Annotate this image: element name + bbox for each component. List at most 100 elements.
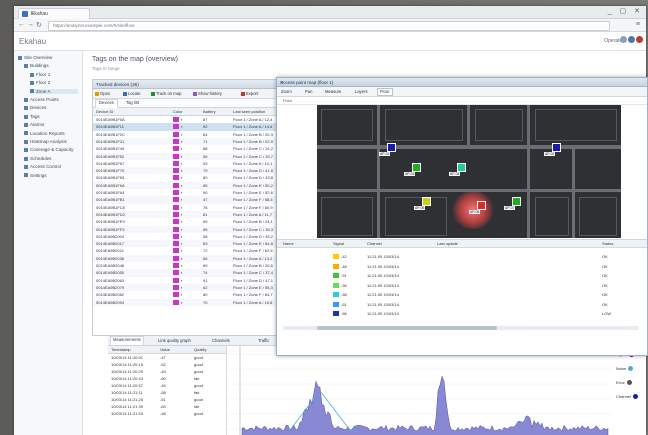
table-row[interactable]: 0014EA9B1F52 ▪ 55 Floor 1 / Zone C / 33,7 — [93, 152, 303, 160]
row-checkbox-icon[interactable]: ▪ — [181, 227, 182, 232]
map-tool-button[interactable]: Floor — [377, 88, 393, 96]
list-item[interactable]: 10/03/14 11:20:01 -47 good — [108, 354, 226, 361]
table-row[interactable]: 0014EA9B2004 ▪ 58 Floor 1 / Zone D / 45,2 — [93, 233, 303, 240]
sidebar-item[interactable]: Floor 1 — [30, 72, 78, 77]
list-item[interactable]: 10/03/14 11:20:57 -45 good — [108, 382, 226, 389]
table-row[interactable]: 0014EA9B2036 ▪ 66 Floor 1 / Zone A / 13,2 — [93, 254, 303, 262]
row-checkbox-icon[interactable]: ▪ — [181, 241, 182, 246]
browser-tab[interactable]: Ekahau × — [18, 8, 90, 19]
table-row[interactable]: 0014EA9B2017 ▪ 83 Floor 1 / Zone E / 54,8 — [93, 240, 303, 248]
row-checkbox-icon[interactable]: ▪ — [181, 146, 182, 151]
sidebar-item[interactable]: Zone A — [30, 88, 78, 94]
sidebar-item[interactable]: Site Overview — [18, 55, 78, 60]
tab-devices[interactable]: Devices — [95, 99, 118, 108]
col-timestamp[interactable]: Timestamp — [111, 347, 131, 352]
bottom-tab[interactable]: Link quality graph — [158, 338, 191, 343]
ap-table-row[interactable]: -51 11:21:05 10/03/14 OK — [277, 271, 647, 280]
sidebar-item[interactable]: Devices — [24, 105, 78, 110]
list-item[interactable]: 10/03/14 11:21:53 -48 good — [108, 410, 226, 417]
sidebar-item[interactable]: Location Reports — [24, 131, 78, 136]
sidebar-item[interactable]: Coverage & Capacity — [24, 147, 78, 152]
table-row[interactable]: 0014EA9B1F83 ▪ 60 Floor 1 / Zone D / 43,8 — [93, 174, 303, 181]
row-checkbox-icon[interactable]: ▪ — [181, 234, 182, 239]
row-checkbox-icon[interactable]: ▪ — [181, 183, 182, 188]
table-row[interactable]: 0014EA9B1F2C ▪ 64 Floor 1 / Zone B / 20,3 — [93, 131, 303, 138]
sidebar-item[interactable]: Settings — [24, 173, 78, 178]
url-field[interactable]: https://analyzer.example.com/#/site/floo… — [48, 21, 610, 31]
reload-icon[interactable]: ↻ — [36, 21, 42, 29]
bottom-tab[interactable]: Traffic — [258, 338, 269, 343]
bottom-tab[interactable]: Channels — [212, 338, 230, 343]
row-checkbox-icon[interactable]: ▪ — [181, 256, 182, 261]
table-row[interactable]: 0014EA9B1F70 ▪ 79 Floor 1 / Zone D / 41,5 — [93, 167, 303, 175]
user-icon[interactable] — [620, 36, 627, 43]
table-row[interactable]: 0014EA9B1FF3 ▪ 95 Floor 1 / Zone C / 35,3 — [93, 225, 303, 233]
row-checkbox-icon[interactable]: ▪ — [181, 205, 182, 210]
row-checkbox-icon[interactable]: ▪ — [181, 263, 182, 268]
access-point-marker[interactable] — [457, 163, 466, 172]
user-icon[interactable] — [628, 36, 635, 43]
row-checkbox-icon[interactable]: ▪ — [181, 132, 182, 137]
tab-close-icon[interactable]: × — [31, 11, 86, 17]
toolbar-button[interactable]: Show history — [193, 91, 222, 96]
table-row[interactable]: 0014EA9B1F45 ▪ 88 Floor 1 / Zone C / 31,2 — [93, 145, 303, 152]
row-checkbox-icon[interactable]: ▪ — [181, 168, 182, 173]
col-color[interactable]: Color — [173, 109, 183, 114]
list-item[interactable]: 10/03/14 11:20:29 -49 good — [108, 368, 226, 375]
ap-table-row[interactable]: -66 11:21:05 10/03/14 LOW — [277, 309, 647, 318]
list-item[interactable]: 10/03/14 11:21:11 -58 fair — [108, 389, 226, 396]
table-row[interactable]: 0014EA9B2055 ▪ 74 Floor 1 / Zone C / 37,4 — [93, 269, 303, 277]
col-ap-name[interactable]: Name — [283, 241, 294, 246]
table-row[interactable]: 0014EA9B1FD2 ▪ 81 Floor 1 / Zone A / 11,7 — [93, 210, 303, 219]
floor-plan-map[interactable]: AP-01 AP-02 AP-03 AP-04 AP-05 AP-06 AP-07 — [317, 105, 621, 238]
table-row[interactable]: 0014EA9B2021 ▪ 72 Floor 1 / Zone F / 62,5 — [93, 247, 303, 254]
access-point-marker[interactable] — [512, 197, 521, 206]
row-checkbox-icon[interactable]: ▪ — [181, 161, 182, 166]
row-checkbox-icon[interactable]: ▪ — [181, 219, 182, 224]
table-row[interactable]: 0014EA9B2079 ▪ 62 Floor 1 / Zone E / 56,3 — [93, 283, 303, 292]
table-row[interactable]: 0014EA9B2082 ▪ 80 Floor 1 / Zone F / 64,7 — [93, 291, 303, 298]
list-item[interactable]: 10/03/14 11:20:15 -52 good — [108, 361, 226, 368]
row-checkbox-icon[interactable]: ▪ — [181, 175, 182, 180]
ap-table-row[interactable]: -42 11:21:05 10/03/14 OK — [277, 252, 647, 261]
row-checkbox-icon[interactable]: ▪ — [181, 270, 182, 275]
col-ap-signal[interactable]: Signal — [333, 241, 344, 246]
table-row[interactable]: 0014EA9B1FA4 ▪ 90 Floor 1 / Zone E / 52,6 — [93, 189, 303, 196]
list-item[interactable]: 10/03/14 11:21:39 -63 fair — [108, 403, 226, 410]
access-point-marker[interactable] — [477, 201, 486, 210]
ap-table-row[interactable]: -58 11:21:05 10/03/14 OK — [277, 290, 647, 299]
map-tool-button[interactable]: Zoom — [281, 89, 292, 94]
row-checkbox-icon[interactable]: ▪ — [181, 285, 182, 290]
row-checkbox-icon[interactable]: ▪ — [181, 139, 182, 144]
popup-close-icon[interactable]: ✕ — [280, 80, 644, 86]
sidebar-item[interactable]: Tags — [24, 114, 78, 119]
row-checkbox-icon[interactable]: ▪ — [181, 154, 182, 159]
row-checkbox-icon[interactable]: ▪ — [181, 300, 182, 305]
ap-table-row[interactable]: -48 11:21:05 10/03/14 OK — [277, 262, 647, 271]
table-row[interactable]: 0014EA9B1F11 ▪ 92 Floor 1 / Zone A / 14,6 — [93, 123, 303, 131]
table-row[interactable]: 0014EA9B1F0A ▪ 87 Floor 1 / Zone A / 12,4 — [93, 116, 303, 123]
sidebar-item[interactable]: Alarms — [24, 122, 78, 127]
toolbar-button[interactable]: Locate — [123, 91, 141, 96]
row-checkbox-icon[interactable]: ▪ — [181, 278, 182, 283]
toolbar-button[interactable]: Export — [241, 91, 258, 96]
sidebar-item[interactable]: Access Points — [24, 97, 78, 102]
legend-item[interactable]: Error — [616, 380, 632, 386]
col-quality[interactable]: Quality — [194, 347, 206, 352]
access-point-marker[interactable] — [387, 143, 396, 152]
col-ap-status[interactable]: Status — [602, 241, 613, 246]
table-row[interactable]: 0014EA9B1FB1 ▪ 47 Floor 1 / Zone F / 58,4 — [93, 196, 303, 204]
window-controls[interactable]: _ ▢ ✕ — [608, 7, 643, 15]
legend-item[interactable]: Channel — [616, 394, 638, 400]
table-row[interactable]: 0014EA9B2048 ▪ 89 Floor 1 / Zone B / 26,6 — [93, 262, 303, 269]
toolbar-button[interactable]: Open — [95, 91, 110, 96]
table-row[interactable]: 0014EA9B1F67 ▪ 93 Floor 1 / Zone A / 10,1 — [93, 160, 303, 167]
col-device-id[interactable]: Device ID — [96, 109, 113, 114]
map-tool-button[interactable]: Measure — [325, 89, 341, 94]
sidebar-item[interactable]: Schedules — [24, 156, 78, 161]
toolbar-button[interactable]: Track on map — [151, 91, 181, 96]
sidebar-item[interactable]: Floor 2 — [30, 80, 78, 85]
col-value[interactable]: Value — [160, 347, 170, 352]
access-point-marker[interactable] — [422, 197, 431, 206]
list-item[interactable]: 10/03/14 11:21:25 -51 good — [108, 396, 226, 403]
